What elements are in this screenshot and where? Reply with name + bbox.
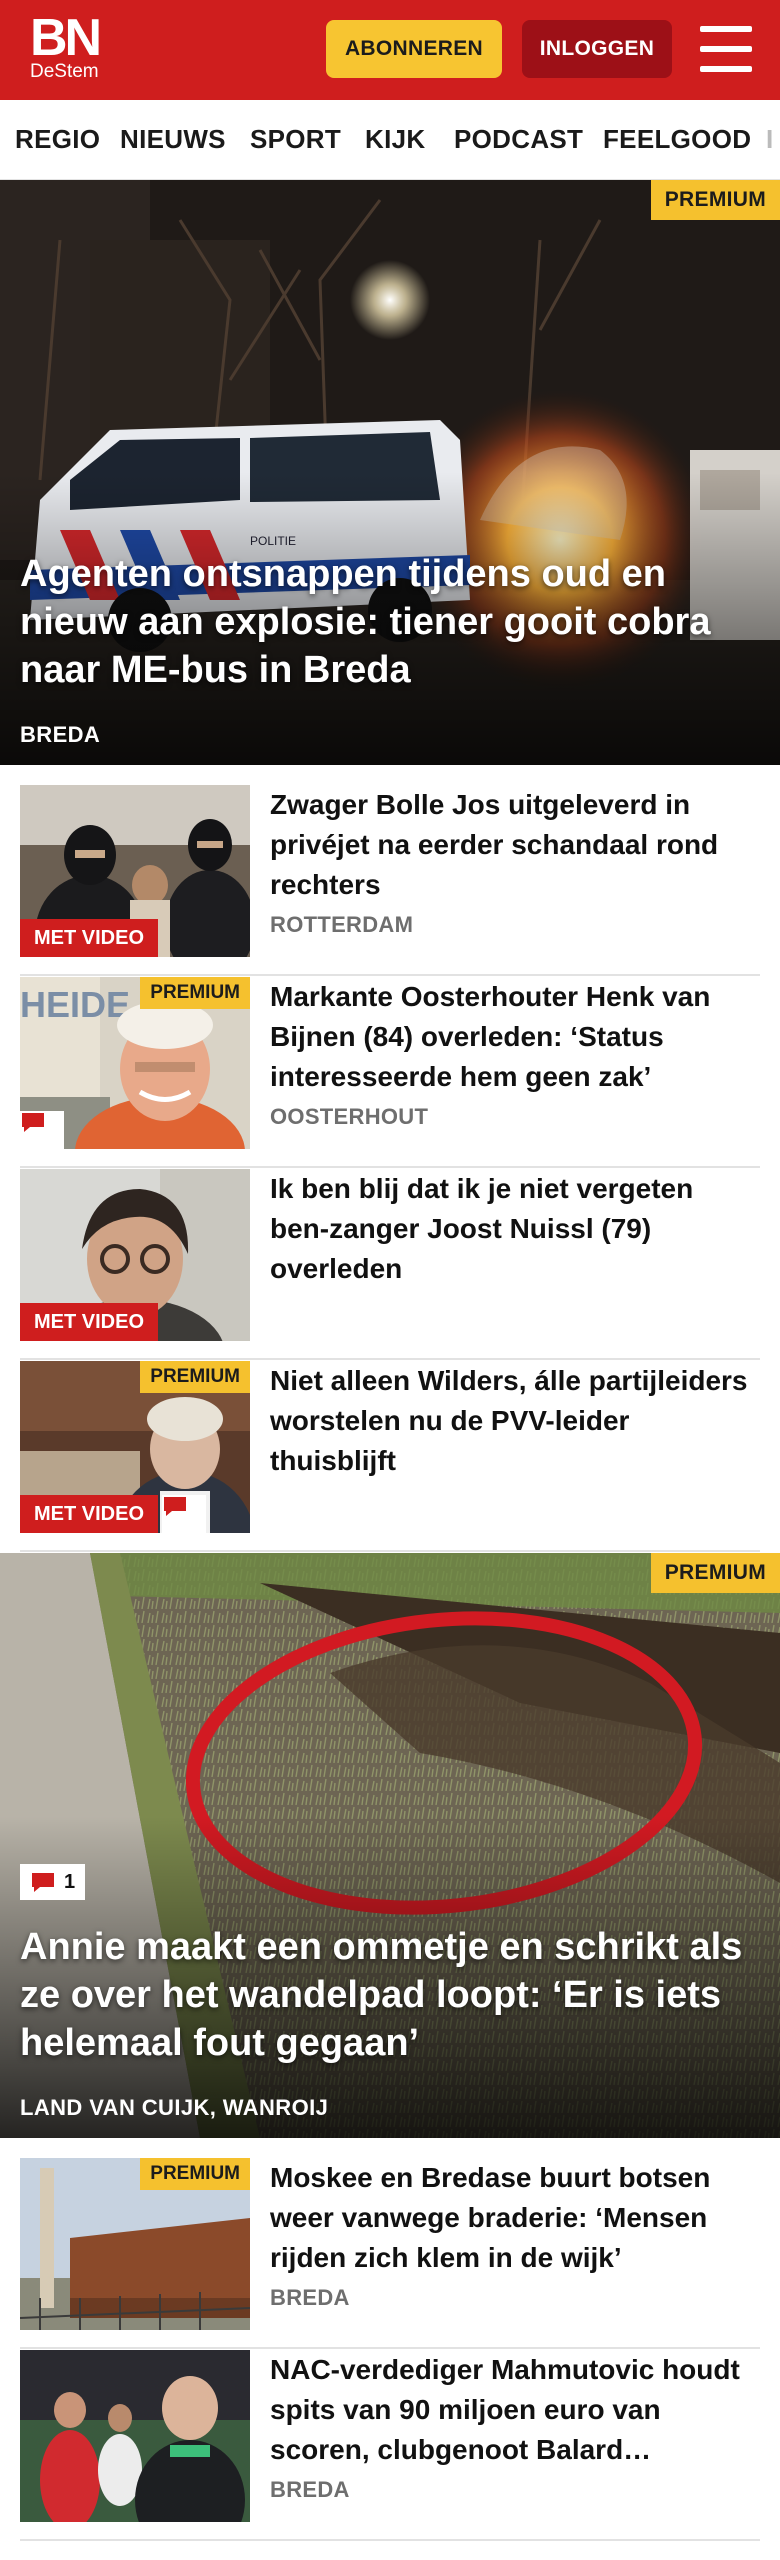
nav-item-feelgood[interactable]: FEELGOOD xyxy=(603,124,751,155)
hero-title[interactable]: Agenten ontsnappen tijdens oud en nieuw … xyxy=(20,550,760,694)
hero-location: LAND VAN CUIJK, WANROIJ xyxy=(20,2095,329,2120)
article-title[interactable]: NAC-verdediger Mahmutovic houdt spits va… xyxy=(270,2350,760,2470)
premium-badge: PREMIUM xyxy=(650,180,780,220)
premium-badge: PREMIUM xyxy=(140,2158,250,2190)
list-item[interactable]: PREMIUM Moskee en Bredase buurt botsen w… xyxy=(20,2158,760,2349)
comment-icon xyxy=(20,1111,64,1149)
video-badge: MET VIDEO xyxy=(20,1495,159,1533)
article-title[interactable]: Ik ben blij dat ik je niet vergeten ben-… xyxy=(270,1169,760,1289)
article-thumbnail: PREMIUM MET VIDEO xyxy=(20,1361,250,1533)
logo-main: BN xyxy=(30,9,102,67)
article-title[interactable]: Moskee en Bredase buurt botsen weer vanw… xyxy=(270,2158,760,2278)
logo-sub: DeStem xyxy=(30,61,99,82)
login-button[interactable]: INLOGGEN xyxy=(522,20,672,78)
premium-badge: PREMIUM xyxy=(650,1553,780,1593)
list-item[interactable]: MET VIDEO Ik ben blij dat ik je niet ver… xyxy=(20,1169,760,1360)
video-badge: MET VIDEO xyxy=(20,919,159,957)
nav-item-podcast[interactable]: PODCAST xyxy=(454,124,583,155)
article-location: OOSTERHOUT xyxy=(270,1104,429,1129)
article-thumbnail: MET VIDEO xyxy=(20,785,250,957)
brand-logo[interactable]: BN DeStem xyxy=(30,9,110,82)
article-thumbnail: HEIDE PREMIUM xyxy=(20,977,250,1149)
hero-article[interactable]: POLITIE PREMIUM Agenten ontsnappen tijde… xyxy=(0,180,780,765)
comment-icon xyxy=(162,1495,206,1533)
article-location: BREDA xyxy=(270,2477,350,2502)
hero-title[interactable]: Annie maakt een ommetje en schrikt als z… xyxy=(20,1923,760,2067)
article-thumbnail: PREMIUM xyxy=(20,2158,250,2330)
premium-badge: PREMIUM xyxy=(140,977,250,1009)
list-item[interactable]: NAC-verdediger Mahmutovic houdt spits va… xyxy=(20,2350,760,2541)
list-item[interactable]: PREMIUM MET VIDEO Niet alleen Wilders, á… xyxy=(20,1361,760,1552)
article-location: BREDA xyxy=(270,2285,350,2310)
nav-item-kijk[interactable]: KIJK xyxy=(365,124,425,155)
comment-icon xyxy=(32,1873,54,1892)
list-item[interactable]: HEIDE PREMIUM Markante Oosterhouter Henk… xyxy=(20,977,760,1168)
comment-count-badge[interactable]: 1 xyxy=(20,1864,86,1900)
article-title[interactable]: Zwager Bolle Jos uitgeleverd in privéjet… xyxy=(270,785,760,905)
article-thumbnail xyxy=(20,2350,250,2522)
svg-text:HEIDE: HEIDE xyxy=(20,984,130,1025)
section-nav: REGIO NIEUWS SPORT KIJK PODCAST FEELGOOD… xyxy=(0,100,780,180)
article-title[interactable]: Markante Oosterhouter Henk van Bijnen (8… xyxy=(270,977,760,1097)
comment-count: 1 xyxy=(64,1870,76,1893)
hero-article[interactable]: PREMIUM 1 Annie maakt een ommetje en sch… xyxy=(0,1553,780,2138)
hamburger-menu-icon[interactable] xyxy=(700,26,752,72)
video-badge: MET VIDEO xyxy=(20,1303,159,1341)
article-thumbnail: MET VIDEO xyxy=(20,1169,250,1341)
site-header: BN DeStem ABONNEREN INLOGGEN xyxy=(0,0,780,100)
nav-item-regio[interactable]: REGIO xyxy=(15,124,100,155)
nav-item-sport[interactable]: SPORT xyxy=(250,124,341,155)
article-location: ROTTERDAM xyxy=(270,912,414,937)
article-title[interactable]: Niet alleen Wilders, álle partijlei­ders… xyxy=(270,1361,760,1481)
list-item[interactable]: MET VIDEO Zwager Bolle Jos uitgeleverd i… xyxy=(20,785,760,976)
hero-location: BREDA xyxy=(20,722,101,747)
subscribe-button[interactable]: ABONNEREN xyxy=(326,20,502,78)
nav-item-nieuws[interactable]: NIEUWS xyxy=(120,124,226,155)
nav-item-more[interactable]: I xyxy=(766,124,774,155)
premium-badge: PREMIUM xyxy=(140,1361,250,1393)
